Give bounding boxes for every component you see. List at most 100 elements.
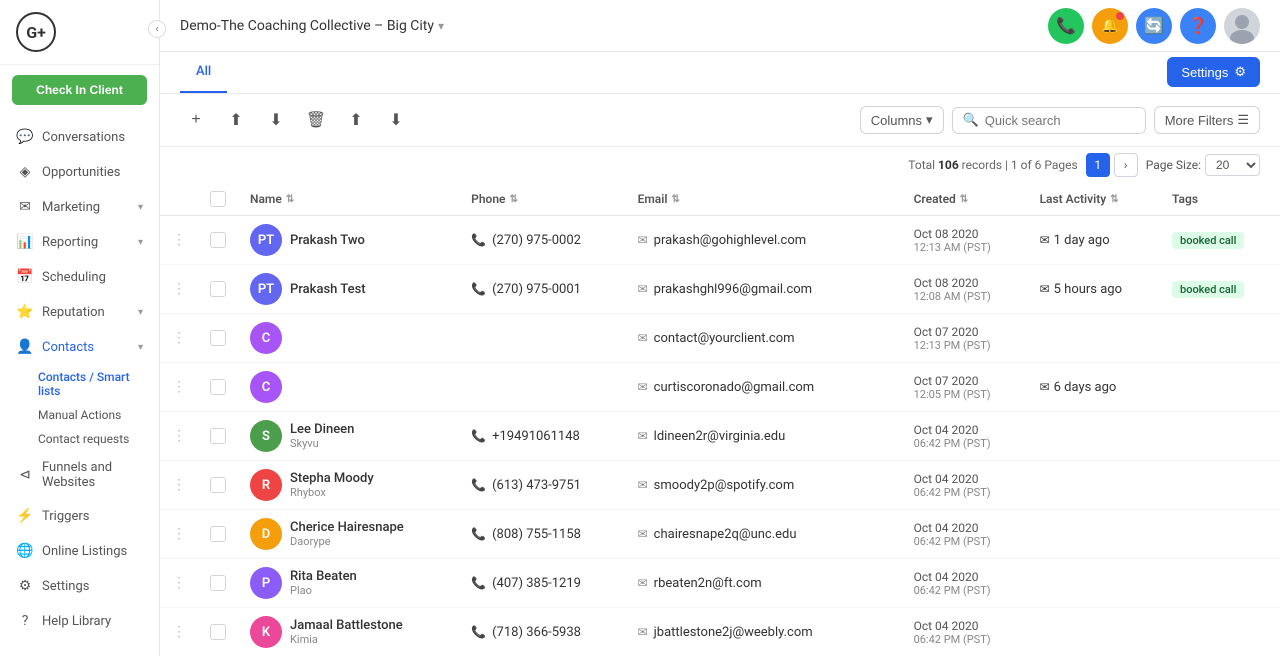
row-tags	[1160, 559, 1280, 608]
email-icon: ✉	[638, 331, 648, 345]
workspace-title[interactable]: Demo-The Coaching Collective – Big City …	[180, 18, 444, 34]
sidebar-item-label: Conversations	[42, 130, 143, 145]
search-box[interactable]: 🔍	[952, 107, 1146, 134]
delete-button[interactable]: 🗑	[300, 104, 332, 136]
row-activity	[1028, 461, 1160, 510]
row-name[interactable]: C	[238, 314, 459, 363]
row-name[interactable]: K Jamaal Battlestone Kimia	[238, 608, 459, 656]
row-name[interactable]: PT Prakash Two	[238, 216, 459, 265]
sidebar-item-contacts[interactable]: 👤 Contacts ▾	[4, 330, 155, 364]
row-menu[interactable]: ⋮	[160, 314, 198, 363]
row-select-checkbox[interactable]	[210, 379, 226, 395]
row-name[interactable]: C	[238, 363, 459, 412]
refresh-button[interactable]: 🔄	[1136, 8, 1172, 44]
row-tags	[1160, 461, 1280, 510]
export-button[interactable]: ⬇	[260, 104, 292, 136]
add-button[interactable]: +	[180, 104, 212, 136]
sidebar-item-reputation[interactable]: ⭐ Reputation ▾	[4, 295, 155, 329]
search-input[interactable]	[985, 113, 1135, 128]
more-filters-button[interactable]: More Filters ☰	[1154, 106, 1260, 134]
row-menu[interactable]: ⋮	[160, 216, 198, 265]
row-menu[interactable]: ⋮	[160, 608, 198, 656]
contact-company: Daorype	[290, 535, 404, 548]
import-button[interactable]: ⬆	[220, 104, 252, 136]
help-button[interactable]: ❓	[1180, 8, 1216, 44]
sidebar-item-help-library[interactable]: ? Help Library	[4, 604, 155, 638]
tag-badge: booked call	[1172, 232, 1244, 249]
download-button[interactable]: ⬇	[380, 104, 412, 136]
email-address: curtiscoronado@gmail.com	[654, 380, 815, 395]
th-created[interactable]: Created⇅	[902, 183, 1028, 216]
sidebar-item-label: Reporting	[42, 235, 130, 250]
page-size-select[interactable]: 20 50 100	[1205, 154, 1260, 176]
sidebar-item-reporting[interactable]: 📊 Reporting ▾	[4, 225, 155, 259]
columns-chevron-icon: ▾	[926, 112, 933, 128]
tab-all[interactable]: All	[180, 52, 227, 93]
row-name[interactable]: R Stepha Moody Rhybox	[238, 461, 459, 510]
row-name[interactable]: P Rita Beaten Plao	[238, 559, 459, 608]
notifications-button[interactable]: 🔔	[1092, 8, 1128, 44]
row-name[interactable]: D Cherice Hairesnape Daorype	[238, 510, 459, 559]
th-phone[interactable]: Phone⇅	[459, 183, 625, 216]
th-tags: Tags	[1160, 183, 1280, 216]
row-menu[interactable]: ⋮	[160, 461, 198, 510]
sidebar-collapse-button[interactable]: ‹	[148, 20, 166, 38]
created-time: 06:42 PM (PST)	[914, 633, 1016, 646]
sidebar-item-contacts-smart-lists[interactable]: Contacts / Smart lists	[0, 365, 159, 403]
row-select-checkbox[interactable]	[210, 330, 226, 346]
row-select-checkbox[interactable]	[210, 477, 226, 493]
sidebar-item-manual-actions[interactable]: Manual Actions	[0, 403, 159, 427]
row-menu[interactable]: ⋮	[160, 363, 198, 412]
funnels-icon: ⊲	[16, 466, 34, 484]
table-header: Name⇅ Phone⇅ Email⇅ Created⇅ Last Activi…	[160, 183, 1280, 216]
row-select-checkbox[interactable]	[210, 232, 226, 248]
row-select-checkbox[interactable]	[210, 624, 226, 640]
phone-number: +19491061148	[492, 429, 580, 444]
email-address: chairesnape2q@unc.edu	[654, 527, 797, 542]
row-select-checkbox[interactable]	[210, 428, 226, 444]
contact-company: Kimia	[290, 633, 403, 646]
table-row: ⋮ S Lee Dineen Skyvu 📞+19491061148 ✉ldin…	[160, 412, 1280, 461]
user-avatar[interactable]	[1224, 8, 1260, 44]
row-menu[interactable]: ⋮	[160, 510, 198, 559]
row-phone: 📞(718) 366-5938	[459, 608, 625, 656]
sidebar-item-triggers[interactable]: ⚡ Triggers	[4, 499, 155, 533]
th-last-activity[interactable]: Last Activity⇅	[1028, 183, 1160, 216]
contact-details: Stepha Moody Rhybox	[290, 471, 374, 499]
chevron-down-icon: ▾	[138, 237, 143, 248]
row-select-checkbox[interactable]	[210, 526, 226, 542]
sidebar-item-contact-requests[interactable]: Contact requests	[0, 427, 159, 451]
check-in-button[interactable]: Check In Client	[12, 75, 147, 105]
contact-avatar: P	[250, 567, 282, 599]
row-select-checkbox[interactable]	[210, 281, 226, 297]
created-time: 12:13 PM (PST)	[914, 339, 1016, 352]
sidebar-item-settings[interactable]: ⚙ Settings	[4, 569, 155, 603]
row-email: ✉curtiscoronado@gmail.com	[626, 363, 902, 412]
page-1-button[interactable]: 1	[1086, 153, 1110, 177]
select-all-checkbox[interactable]	[210, 191, 226, 207]
sidebar-item-opportunities[interactable]: ◈ Opportunities	[4, 155, 155, 189]
more-filters-label: More Filters	[1165, 113, 1234, 128]
phone-button[interactable]: 📞	[1048, 8, 1084, 44]
share-button[interactable]: ⬆	[340, 104, 372, 136]
row-name[interactable]: S Lee Dineen Skyvu	[238, 412, 459, 461]
th-email[interactable]: Email⇅	[626, 183, 902, 216]
row-created: Oct 08 2020 12:08 AM (PST)	[902, 265, 1028, 314]
settings-button[interactable]: Settings ⚙	[1167, 57, 1260, 87]
th-name[interactable]: Name⇅	[238, 183, 459, 216]
sidebar-item-online-listings[interactable]: 🌐 Online Listings	[4, 534, 155, 568]
row-name[interactable]: PT Prakash Test	[238, 265, 459, 314]
row-menu[interactable]: ⋮	[160, 559, 198, 608]
columns-button[interactable]: Columns ▾	[860, 106, 944, 134]
row-select-checkbox[interactable]	[210, 575, 226, 591]
row-menu[interactable]: ⋮	[160, 412, 198, 461]
contact-company: Skyvu	[290, 437, 354, 450]
sidebar-item-conversations[interactable]: 💬 Conversations	[4, 120, 155, 154]
sidebar-item-funnels[interactable]: ⊲ Funnels and Websites	[4, 452, 155, 498]
sidebar-item-marketing[interactable]: ✉ Marketing ▾	[4, 190, 155, 224]
sidebar-item-label: Online Listings	[42, 544, 143, 559]
next-page-button[interactable]: ›	[1114, 153, 1138, 177]
sidebar-item-scheduling[interactable]: 📅 Scheduling	[4, 260, 155, 294]
reputation-icon: ⭐	[16, 303, 34, 321]
row-menu[interactable]: ⋮	[160, 265, 198, 314]
